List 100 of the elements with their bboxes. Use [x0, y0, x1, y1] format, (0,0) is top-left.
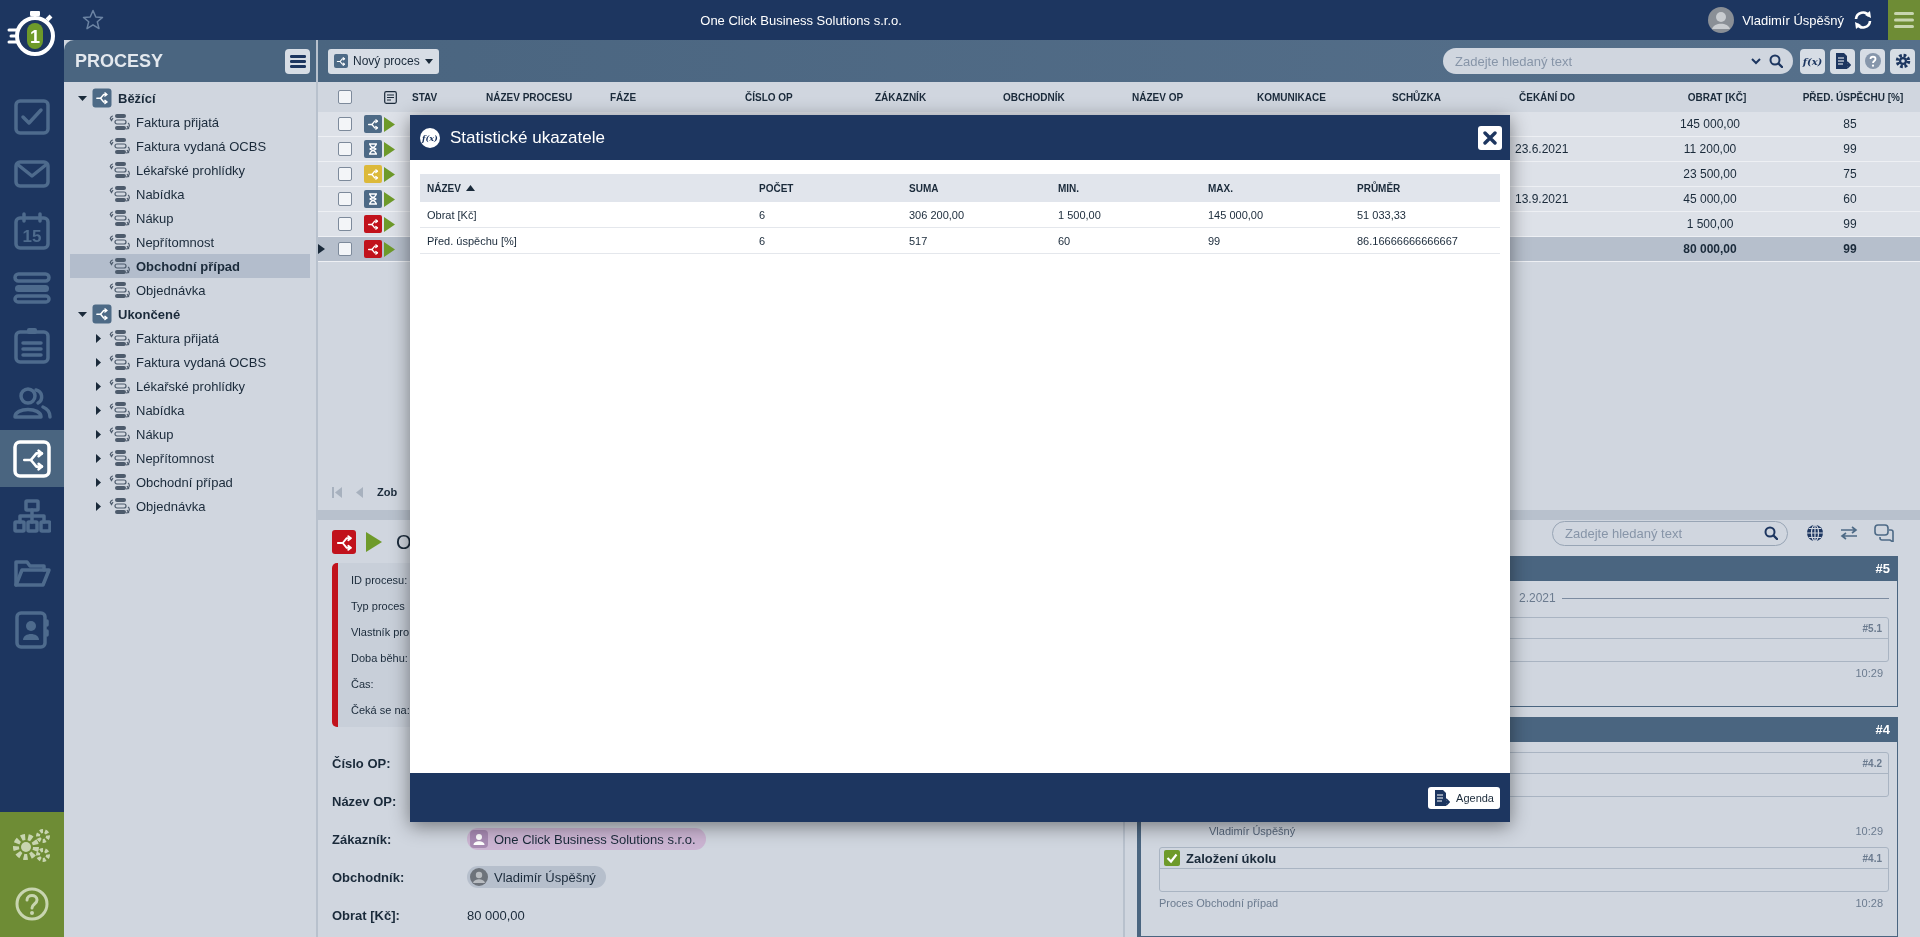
column-header[interactable]: FÁZE	[610, 91, 637, 103]
tree-item[interactable]: Nepřítomnost	[70, 230, 310, 254]
tree-item[interactable]: Obchodní případ	[70, 470, 310, 494]
column-header[interactable]: ZÁKAZNÍK	[875, 91, 927, 103]
globe-icon[interactable]	[1806, 524, 1824, 542]
tree-item[interactable]: Objednávka	[70, 278, 310, 302]
export-button[interactable]	[1830, 48, 1855, 74]
company-chip[interactable]: One Click Business Solutions s.r.o.	[467, 828, 706, 850]
tree-item[interactable]: Nabídka	[70, 182, 310, 206]
document-arrow-icon	[1434, 788, 1451, 807]
stack-icon	[108, 401, 132, 419]
checkbox[interactable]	[338, 167, 352, 181]
menu-button[interactable]	[285, 48, 310, 74]
tree-item[interactable]: Faktura přijatá	[70, 110, 310, 134]
stack-icon	[108, 233, 132, 251]
column-header[interactable]: NÁZEV	[427, 182, 461, 194]
play-icon[interactable]	[384, 141, 395, 157]
column-header[interactable]: PŘED. ÚSPĚCHU [%]	[1802, 91, 1904, 103]
checkbox[interactable]	[338, 242, 352, 256]
tree-item[interactable]: Běžící	[70, 86, 310, 110]
tree-item[interactable]: Faktura přijatá	[70, 326, 310, 350]
column-header[interactable]: MAX.	[1208, 182, 1233, 194]
help-button[interactable]	[1860, 48, 1885, 74]
author-name: Vladimír Úspěšný	[1209, 825, 1296, 837]
tree-item[interactable]: Faktura vydaná OCBS	[70, 350, 310, 374]
tree-item[interactable]: Obchodní případ	[70, 254, 310, 278]
column-list-icon[interactable]	[384, 90, 397, 104]
new-process-button[interactable]: Nový proces	[328, 48, 439, 74]
checkbox[interactable]	[338, 192, 352, 206]
row-pointer-icon	[318, 244, 325, 254]
column-header[interactable]: PRŮMĚR	[1357, 182, 1401, 194]
process-title: O	[396, 530, 412, 554]
tree-item[interactable]: Lékařské prohlídky	[70, 374, 310, 398]
star-icon[interactable]	[82, 9, 104, 31]
table-cell: 60	[1058, 234, 1071, 247]
play-icon[interactable]	[384, 241, 395, 257]
process-group-icon	[92, 304, 112, 324]
swap-arrows-icon[interactable]	[1840, 526, 1858, 540]
column-header[interactable]: ČEKÁNÍ DO	[1519, 91, 1576, 103]
column-header[interactable]: OBRAT [KČ]	[1687, 91, 1747, 103]
avatar-icon[interactable]	[1708, 7, 1735, 33]
checkbox[interactable]	[338, 217, 352, 231]
checkbox[interactable]	[338, 90, 352, 104]
tree-item[interactable]: Nákup	[70, 422, 310, 446]
event-card[interactable]: Založení úkolu #4.1	[1159, 847, 1889, 892]
tree-item[interactable]: Nabídka	[70, 398, 310, 422]
tree-item[interactable]: Nepřítomnost	[70, 446, 310, 470]
column-header[interactable]: KOMUNIKACE	[1257, 91, 1326, 103]
table-cell: Obrat [Kč]	[427, 208, 477, 221]
refresh-icon[interactable]	[1852, 9, 1874, 31]
search-field[interactable]: Zadejte hledaný text	[1443, 48, 1793, 74]
column-header[interactable]: STAV	[412, 91, 438, 103]
field-label: Název OP:	[332, 793, 398, 809]
chat-icon[interactable]	[1874, 524, 1894, 542]
stack-icon	[108, 185, 132, 203]
statistics-button[interactable]: f(x)	[1800, 48, 1825, 74]
checkbox[interactable]	[338, 117, 352, 131]
agenda-button[interactable]: Agenda	[1428, 786, 1500, 809]
play-icon[interactable]	[384, 166, 395, 182]
field-label: Vlastník pro	[351, 625, 411, 640]
avatar-icon	[470, 868, 488, 886]
search-icon[interactable]	[1764, 526, 1778, 540]
table-cell: 306 200,00	[909, 208, 965, 221]
tree-item[interactable]: Ukončené	[70, 302, 310, 326]
table-cell: 23.6.2021	[1515, 142, 1569, 156]
settings-button[interactable]	[1890, 48, 1915, 74]
play-icon[interactable]	[384, 191, 395, 207]
tree-item[interactable]: Objednávka	[70, 494, 310, 518]
process-status-icon	[332, 530, 356, 554]
tree-item[interactable]: Nákup	[70, 206, 310, 230]
column-header[interactable]: SUMA	[909, 182, 939, 194]
play-icon[interactable]	[366, 532, 382, 552]
chevron-down-icon[interactable]	[1751, 57, 1761, 65]
tree-item[interactable]: Faktura vydaná OCBS	[70, 134, 310, 158]
column-header[interactable]: POČET	[759, 182, 794, 194]
close-button[interactable]	[1478, 125, 1502, 150]
play-icon[interactable]	[384, 116, 395, 132]
play-icon[interactable]	[384, 216, 395, 232]
person-chip[interactable]: Vladimír Úspěšný	[467, 866, 606, 888]
checkbox[interactable]	[338, 142, 352, 156]
column-header[interactable]: ČÍSLO OP	[745, 91, 793, 103]
field-label: Čas:	[351, 677, 375, 692]
table-cell: 60	[1843, 192, 1857, 206]
search-icon[interactable]	[1769, 54, 1783, 68]
table-cell: 99	[1843, 142, 1857, 156]
column-header[interactable]: MIN.	[1058, 182, 1080, 194]
user-name[interactable]: Vladimír Úspěšný	[1742, 12, 1844, 28]
tree-item[interactable]: Lékařské prohlídky	[70, 158, 310, 182]
table-cell: 145 000,00	[1679, 117, 1741, 131]
table-cell: Před. úspěchu [%]	[427, 234, 517, 247]
clipboard-icon	[14, 325, 50, 364]
caret-icon	[424, 58, 433, 64]
nav-item[interactable]	[0, 430, 64, 487]
column-header[interactable]: NÁZEV PROCESU	[486, 91, 573, 103]
stack-icon	[108, 137, 132, 155]
search-field[interactable]: Zadejte hledaný text	[1552, 520, 1788, 546]
column-header[interactable]: NÁZEV OP	[1132, 91, 1184, 103]
table-cell: 85	[1843, 117, 1857, 131]
column-header[interactable]: SCHŮZKA	[1392, 91, 1441, 103]
column-header[interactable]: OBCHODNÍK	[1003, 91, 1065, 103]
